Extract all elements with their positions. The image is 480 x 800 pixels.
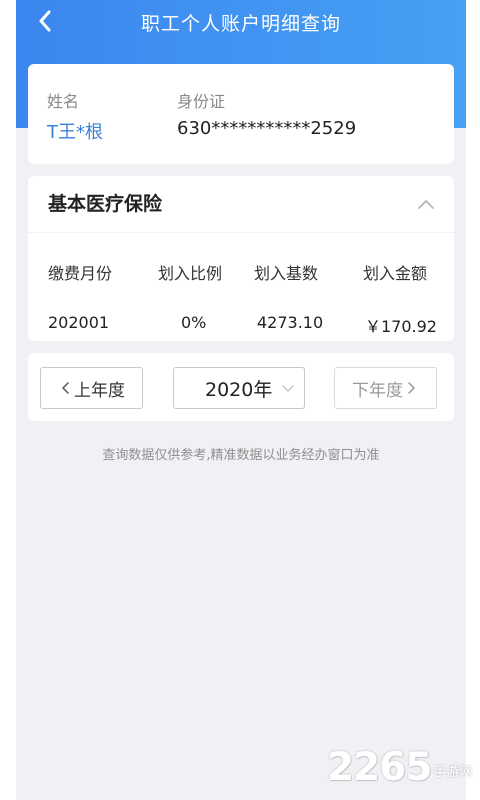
column-header-ratio: 划入比例: [158, 264, 223, 283]
chevron-right-icon: [408, 382, 415, 394]
cell-base: 4273.10: [257, 313, 324, 332]
column-header-month: 缴费月份: [48, 264, 113, 283]
chevron-down-icon: [282, 385, 294, 392]
previous-year-label: 上年度: [74, 380, 125, 401]
insurance-card: 基本医疗保险 缴费月份 划入比例 划入基数 划入金额 202001 0% 427…: [28, 176, 454, 341]
column-header-amount: 划入金额: [363, 264, 428, 283]
cell-amount: ￥170.92: [365, 317, 437, 336]
column-header-base: 划入基数: [254, 264, 319, 283]
chevron-left-icon: [39, 10, 51, 32]
next-year-button[interactable]: 下年度: [334, 367, 437, 409]
page-title: 职工个人账户明细查询: [140, 12, 341, 35]
watermark-number: 2265: [327, 745, 433, 790]
watermark-logo: 2265 手游网: [327, 740, 473, 790]
table-row: 202001 0% 4273.10 ￥170.92: [28, 313, 454, 336]
chevron-left-icon: [62, 382, 69, 394]
id-label: 身份证: [177, 92, 226, 111]
name-block: 姓名 T王*根: [47, 88, 103, 144]
insurance-title: 基本医疗保险: [48, 193, 163, 215]
top-bar: 职工个人账户明细查询: [16, 0, 466, 44]
id-block: 身份证 630***********2529: [177, 88, 356, 139]
name-label: 姓名: [47, 92, 80, 111]
name-value: T王*根: [47, 122, 103, 143]
cell-month: 202001: [48, 313, 110, 332]
table-header: 缴费月份 划入比例 划入基数 划入金额: [28, 260, 454, 283]
year-navigation-card: 上年度 2020年 下年度: [28, 353, 454, 421]
previous-year-button[interactable]: 上年度: [40, 367, 143, 409]
disclaimer-note: 查询数据仅供参考,精准数据以业务经办窗口为准: [102, 448, 380, 463]
user-info-card: 姓名 T王*根 身份证 630***********2529: [28, 64, 454, 164]
year-select[interactable]: 2020年: [173, 367, 305, 409]
id-value: 630***********2529: [177, 118, 357, 139]
app-screen: 职工个人账户明细查询 姓名 T王*根 身份证 630***********252…: [16, 0, 466, 800]
divider: [28, 232, 454, 233]
cell-ratio: 0%: [181, 313, 207, 332]
back-button[interactable]: [30, 6, 60, 36]
next-year-label: 下年度: [352, 380, 403, 401]
year-value: 2020年: [205, 378, 273, 401]
watermark-suffix: 手游网: [433, 765, 473, 780]
chevron-up-icon[interactable]: [416, 194, 436, 214]
